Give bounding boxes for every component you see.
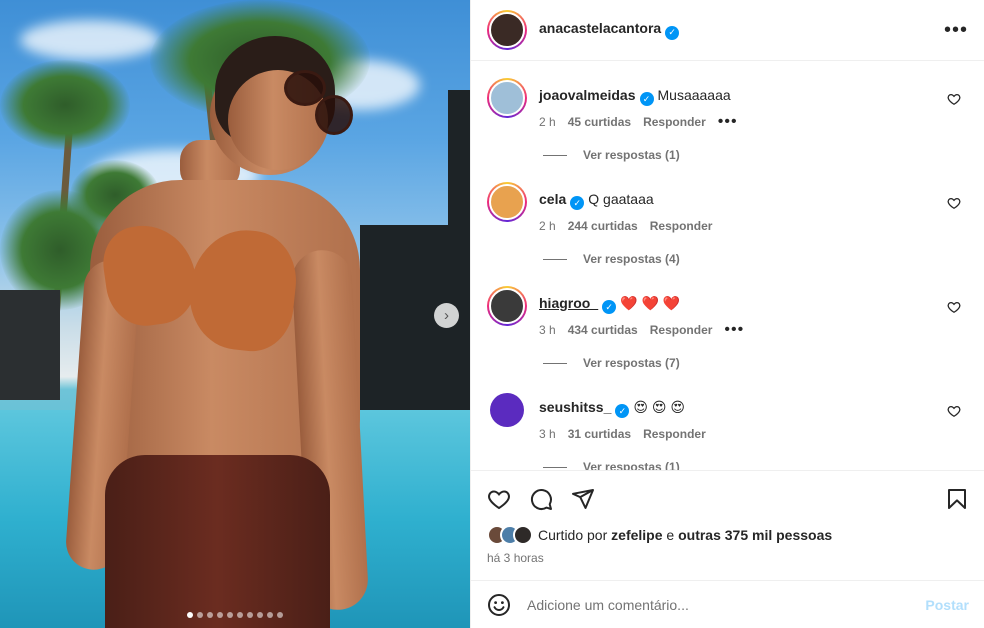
comment-time[interactable]: 3 h <box>539 427 556 441</box>
commenter-avatar-image <box>489 80 525 116</box>
comment-likes[interactable]: 434 curtidas <box>568 323 638 337</box>
carousel-dot <box>277 612 283 618</box>
reply-button[interactable]: Responder <box>650 219 713 233</box>
verified-icon: ✓ <box>602 300 617 314</box>
comment-bubble-icon[interactable] <box>529 487 553 511</box>
comment-item: joaovalmeidas ✓ Musaaaaaa 2 h 45 curtidas … <box>487 61 969 165</box>
author-username[interactable]: anacastelacantora ✓ <box>539 20 680 40</box>
post-panel: anacastelacantora ✓ ••• joaovalmeidas ✓ Mus… <box>470 0 984 628</box>
commenter-avatar-image <box>490 393 524 427</box>
commenter-username[interactable]: hiagroo_ <box>539 295 598 311</box>
like-heart-icon[interactable] <box>487 487 511 511</box>
comment-more-icon[interactable]: ••• <box>724 322 744 338</box>
commenter-avatar-image <box>489 184 525 220</box>
view-replies-label[interactable]: Ver respostas (7) <box>583 356 680 370</box>
building <box>0 290 60 400</box>
comment-item: seushitss_ ✓ 😍 😍 😍 3 h 31 curtidas Respond… <box>487 373 969 470</box>
carousel-dot <box>187 612 193 618</box>
liked-by: Curtido por zefelipe e outras 375 mil pe… <box>487 525 969 545</box>
view-replies-label[interactable]: Ver respostas (4) <box>583 252 680 266</box>
commenter-avatar[interactable] <box>487 390 527 430</box>
view-replies-button[interactable]: Ver respostas (1) <box>543 148 969 162</box>
commenter-avatar[interactable] <box>487 78 527 118</box>
chevron-right-icon: › <box>444 307 449 324</box>
comment-likes[interactable]: 45 curtidas <box>568 115 631 129</box>
view-replies-button[interactable]: Ver respostas (7) <box>543 356 969 370</box>
comment-time[interactable]: 3 h <box>539 323 556 337</box>
commenter-avatar[interactable] <box>487 286 527 326</box>
reply-button[interactable]: Responder <box>650 323 713 337</box>
liked-by-user[interactable]: zefelipe <box>611 527 662 543</box>
commenter-username[interactable]: cela <box>539 191 566 207</box>
reply-button[interactable]: Responder <box>643 115 706 129</box>
comment-text: 😍 😍 😍 <box>633 399 685 415</box>
building-pillar <box>448 90 470 240</box>
comment-time[interactable]: 2 h <box>539 219 556 233</box>
sunglasses-lens <box>315 95 353 135</box>
comment-input[interactable] <box>527 596 926 613</box>
share-paper-plane-icon[interactable] <box>571 487 595 511</box>
post-actions: Curtido por zefelipe e outras 375 mil pe… <box>471 470 984 580</box>
like-comment-heart-icon[interactable] <box>947 300 961 314</box>
carousel-dot <box>257 612 263 618</box>
comments-list[interactable]: joaovalmeidas ✓ Musaaaaaa 2 h 45 curtidas … <box>471 61 984 470</box>
liker-avatar[interactable] <box>513 525 533 545</box>
commenter-avatar-image <box>489 288 525 324</box>
comment-time[interactable]: 2 h <box>539 115 556 129</box>
carousel-dot <box>247 612 253 618</box>
view-replies-button[interactable]: Ver respostas (4) <box>543 252 969 266</box>
sky-cloud <box>20 20 160 60</box>
view-replies-button[interactable]: Ver respostas (1) <box>543 460 969 470</box>
palm-leaves <box>0 60 130 150</box>
comment-text: ❤️ ❤️ ❤️ <box>620 295 681 311</box>
next-image-button[interactable]: › <box>434 303 459 328</box>
add-comment-bar: Postar <box>471 580 984 628</box>
carousel-dot <box>237 612 243 618</box>
comment-likes[interactable]: 31 curtidas <box>568 427 631 441</box>
like-comment-heart-icon[interactable] <box>947 196 961 210</box>
reply-button[interactable]: Responder <box>643 427 706 441</box>
like-comment-heart-icon[interactable] <box>947 404 961 418</box>
carousel-dot <box>207 612 213 618</box>
commenter-username[interactable]: seushitss_ <box>539 399 611 415</box>
view-replies-label[interactable]: Ver respostas (1) <box>583 460 680 470</box>
liked-by-others[interactable]: outras 375 mil pessoas <box>678 527 832 543</box>
post-time[interactable]: há 3 horas <box>487 551 969 565</box>
author-avatar[interactable] <box>487 10 527 50</box>
author-avatar-image <box>489 12 525 48</box>
replies-divider <box>543 154 567 156</box>
comment-text: Musaaaaaa <box>657 87 731 103</box>
carousel-dot <box>197 612 203 618</box>
more-options-icon[interactable]: ••• <box>944 20 968 40</box>
liked-by-prefix: Curtido por <box>538 527 608 543</box>
replies-divider <box>543 258 567 260</box>
comment-likes[interactable]: 244 curtidas <box>568 219 638 233</box>
carousel-dot <box>227 612 233 618</box>
comment-item: hiagroo_ ✓ ❤️ ❤️ ❤️ 3 h 434 curtidas Respo… <box>487 269 969 373</box>
post-header: anacastelacantora ✓ ••• <box>471 0 984 61</box>
post-button[interactable]: Postar <box>925 597 969 613</box>
replies-divider <box>543 466 567 468</box>
replies-divider <box>543 362 567 364</box>
like-comment-heart-icon[interactable] <box>947 92 961 106</box>
carousel-dot <box>267 612 273 618</box>
liked-by-and: e <box>666 527 675 543</box>
carousel-indicator <box>0 612 470 618</box>
comment-more-icon[interactable]: ••• <box>718 114 738 130</box>
skirt <box>105 455 330 628</box>
comment-text: Q gaataaa <box>588 191 654 207</box>
comment-item: cela ✓ Q gaataaa 2 h 244 curtidas Responde… <box>487 165 969 269</box>
emoji-smiley-icon[interactable] <box>487 593 511 617</box>
verified-icon: ✓ <box>615 404 630 418</box>
commenter-username[interactable]: joaovalmeidas <box>539 87 636 103</box>
verified-icon: ✓ <box>570 196 585 210</box>
post-image[interactable]: › <box>0 0 470 628</box>
verified-icon: ✓ <box>665 25 680 40</box>
carousel-dot <box>217 612 223 618</box>
save-bookmark-icon[interactable] <box>945 487 969 511</box>
commenter-avatar[interactable] <box>487 182 527 222</box>
verified-icon: ✓ <box>639 92 654 106</box>
view-replies-label[interactable]: Ver respostas (1) <box>583 148 680 162</box>
